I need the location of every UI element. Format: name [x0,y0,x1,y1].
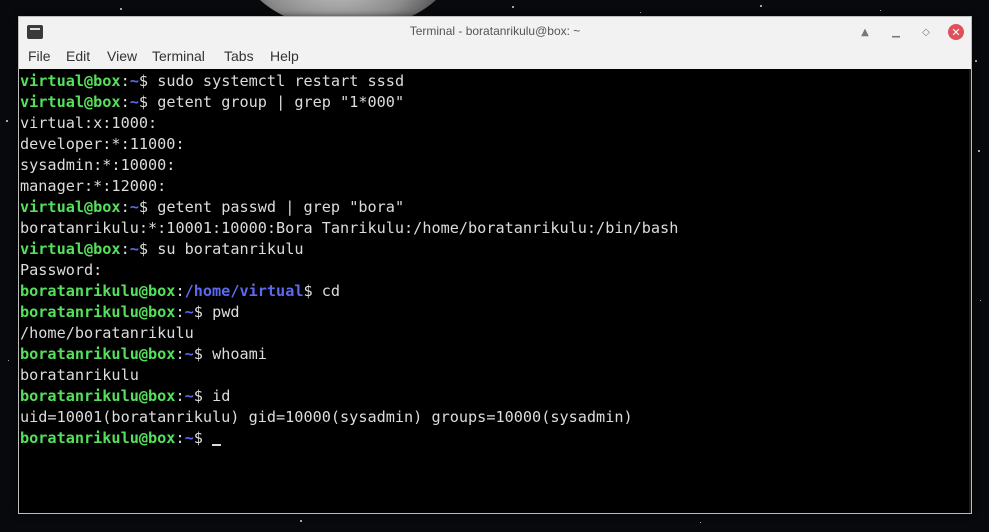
close-icon: ✕ [951,25,961,39]
minimize-icon: ▁ [892,26,900,38]
prompt-symbol: $ [303,282,322,300]
prompt-path: ~ [184,429,194,447]
prompt-path: ~ [184,303,194,321]
maximize-button[interactable]: ◇ [918,24,934,40]
prompt-user-host: virtual@box [20,72,121,90]
prompt-symbol: $ [193,303,213,321]
prompt-line: virtual@box:~$ getent group | grep "1*00… [20,92,971,113]
prompt-symbol: $ [138,240,158,258]
prompt-path: ~ [129,72,139,90]
menu-edit[interactable]: Edit [66,48,90,64]
prompt-symbol: $ [138,72,158,90]
minimize-button[interactable]: ▁ [888,24,904,40]
prompt-symbol: $ [193,345,213,363]
close-button[interactable]: ✕ [948,24,964,40]
prompt-line: virtual@box:~$ getent passwd | grep "bor… [20,197,971,218]
prompt-line: boratanrikulu@box:~$ pwd [20,302,971,323]
prompt-path: ~ [184,345,194,363]
prompt-symbol: $ [193,387,213,405]
prompt-user-host: boratanrikulu@box [20,387,176,405]
prompt-separator: : [175,429,185,447]
command-text: sudo systemctl restart sssd [157,72,405,90]
prompt-line: boratanrikulu@box:~$ id [20,386,971,407]
prompt-path: ~ [184,387,194,405]
menu-help[interactable]: Help [270,48,299,64]
prompt-path: ~ [129,240,139,258]
prompt-line: boratanrikulu@box:~$ whoami [20,344,971,365]
command-text: su boratanrikulu [157,240,304,258]
terminal-output[interactable]: virtual@box:~$ sudo systemctl restart ss… [19,69,971,513]
prompt-separator: : [120,240,130,258]
window-title: Terminal - boratanrikulu@box: ~ [409,24,581,38]
command-text: pwd [212,303,240,321]
prompt-line: boratanrikulu@box:~$ [20,428,971,449]
terminal-scrollbar[interactable] [969,69,971,513]
command-text: id [212,387,231,405]
prompt-user-host: boratanrikulu@box [20,345,176,363]
prompt-line: boratanrikulu@box:/home/virtual$ cd [20,281,971,302]
maximize-icon: ◇ [922,26,930,38]
prompt-path: /home/virtual [184,282,304,300]
prompt-user-host: boratanrikulu@box [20,303,176,321]
command-text: cd [321,282,341,300]
output-line: boratanrikulu [20,366,139,384]
output-line: Password: [20,261,103,279]
prompt-line: virtual@box:~$ sudo systemctl restart ss… [20,71,971,92]
prompt-separator: : [175,387,185,405]
prompt-user-host: virtual@box [20,240,121,258]
prompt-user-host: virtual@box [20,93,121,111]
prompt-user-host: boratanrikulu@box [20,282,176,300]
text-cursor [212,444,222,446]
output-line: boratanrikulu:*:10001:10000:Bora Tanriku… [20,219,679,237]
prompt-symbol: $ [138,93,158,111]
prompt-symbol: $ [138,198,158,216]
output-line: developer:*:11000: [20,135,185,153]
menu-bar: File Edit View Terminal Tabs Help [19,47,971,69]
output-line: virtual:x:1000: [20,114,158,132]
prompt-symbol: $ [193,429,213,447]
output-line: /home/boratanrikulu [20,324,194,342]
menu-view[interactable]: View [107,48,137,64]
menu-tabs[interactable]: Tabs [224,48,254,64]
output-line: manager:*:12000: [20,177,167,195]
output-line: uid=10001(boratanrikulu) gid=10000(sysad… [20,408,633,426]
prompt-path: ~ [129,198,139,216]
terminal-window: Terminal - boratanrikulu@box: ~ ▲ ▁ ◇ ✕ … [18,16,972,514]
command-text: whoami [212,345,267,363]
output-line: sysadmin:*:10000: [20,156,176,174]
command-text: getent passwd | grep "bora" [157,198,405,216]
prompt-user-host: virtual@box [20,198,121,216]
prompt-separator: : [175,345,185,363]
menu-terminal[interactable]: Terminal [152,48,205,64]
prompt-separator: : [120,198,130,216]
prompt-user-host: boratanrikulu@box [20,429,176,447]
shade-window-button[interactable]: ▲ [857,24,873,40]
prompt-path: ~ [129,93,139,111]
title-bar[interactable]: Terminal - boratanrikulu@box: ~ ▲ ▁ ◇ ✕ [19,17,971,47]
menu-file[interactable]: File [28,48,51,64]
prompt-separator: : [120,72,130,90]
prompt-separator: : [175,303,185,321]
prompt-line: virtual@box:~$ su boratanrikulu [20,239,971,260]
prompt-separator: : [120,93,130,111]
prompt-separator: : [175,282,185,300]
shade-icon: ▲ [861,26,869,38]
command-text: getent group | grep "1*000" [157,93,405,111]
